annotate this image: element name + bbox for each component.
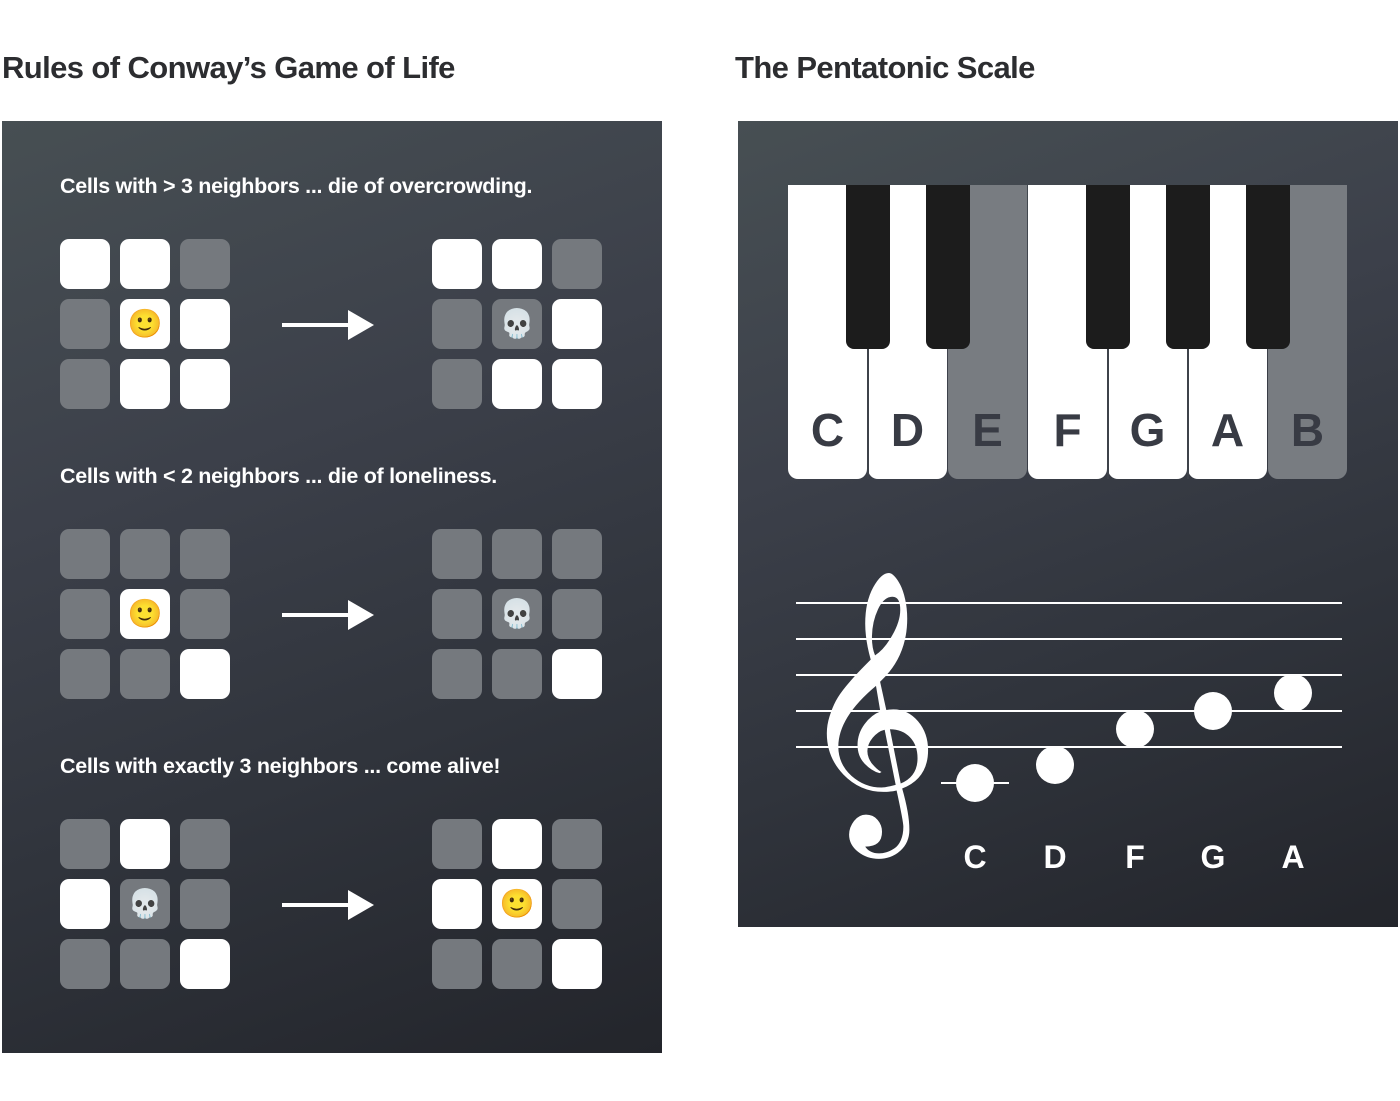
alive-cell bbox=[492, 819, 542, 869]
dead-cell bbox=[432, 819, 482, 869]
dead-cell bbox=[492, 529, 542, 579]
dead-cell bbox=[432, 359, 482, 409]
alive-cell bbox=[120, 359, 170, 409]
game-of-life-panel: Cells with > 3 neighbors ... die of over… bbox=[2, 121, 662, 1053]
rule-caption: Cells with < 2 neighbors ... die of lone… bbox=[60, 464, 497, 488]
alive-cell bbox=[432, 239, 482, 289]
smiling-face-icon: 🙂 bbox=[499, 888, 535, 919]
note-head-f bbox=[1116, 710, 1154, 748]
alive-cell bbox=[552, 359, 602, 409]
center-cell: 💀 bbox=[492, 299, 542, 349]
dead-cell bbox=[180, 239, 230, 289]
alive-cell bbox=[120, 819, 170, 869]
alive-cell bbox=[492, 239, 542, 289]
dead-cell bbox=[180, 589, 230, 639]
arrow-head bbox=[348, 310, 374, 340]
alive-cell bbox=[120, 239, 170, 289]
alive-cell bbox=[552, 649, 602, 699]
dead-cell bbox=[552, 819, 602, 869]
after-grid: 💀 bbox=[432, 239, 602, 409]
arrow-right-icon bbox=[282, 310, 374, 340]
skull-icon: 💀 bbox=[499, 308, 535, 339]
arrow-shaft bbox=[282, 903, 350, 907]
before-grid: 🙂 bbox=[60, 529, 230, 699]
dead-cell bbox=[432, 299, 482, 349]
dead-cell bbox=[552, 529, 602, 579]
dead-cell bbox=[552, 879, 602, 929]
note-head-c bbox=[956, 764, 994, 802]
alive-cell bbox=[60, 239, 110, 289]
dead-cell bbox=[60, 649, 110, 699]
note-head-g bbox=[1194, 692, 1232, 730]
center-cell: 💀 bbox=[120, 879, 170, 929]
dead-cell bbox=[492, 649, 542, 699]
dead-cell bbox=[60, 939, 110, 989]
alive-cell bbox=[552, 299, 602, 349]
note-label: C bbox=[963, 839, 986, 875]
dead-cell bbox=[432, 939, 482, 989]
skull-icon: 💀 bbox=[127, 888, 163, 919]
alive-cell bbox=[180, 939, 230, 989]
dead-cell bbox=[432, 589, 482, 639]
arrow-right-icon bbox=[282, 890, 374, 920]
dead-cell bbox=[120, 939, 170, 989]
after-grid: 💀 bbox=[432, 529, 602, 699]
arrow-right-icon bbox=[282, 600, 374, 630]
alive-cell bbox=[180, 649, 230, 699]
pentatonic-scale-panel: CDEFGAB 𝄞 C D F G A bbox=[738, 121, 1398, 927]
center-cell: 💀 bbox=[492, 589, 542, 639]
after-grid: 🙂 bbox=[432, 819, 602, 989]
game-of-life-title: Rules of Conway’s Game of Life bbox=[2, 50, 455, 85]
smiling-face-icon: 🙂 bbox=[127, 308, 163, 339]
pentatonic-scale-title: The Pentatonic Scale bbox=[735, 50, 1035, 85]
alive-cell bbox=[552, 939, 602, 989]
note-label: F bbox=[1125, 839, 1145, 875]
arrow-head bbox=[348, 890, 374, 920]
dead-cell bbox=[60, 359, 110, 409]
arrow-head bbox=[348, 600, 374, 630]
dead-cell bbox=[432, 529, 482, 579]
center-cell: 🙂 bbox=[120, 589, 170, 639]
dead-cell bbox=[432, 649, 482, 699]
alive-cell bbox=[432, 879, 482, 929]
note-label: D bbox=[1043, 839, 1066, 875]
center-cell: 🙂 bbox=[120, 299, 170, 349]
note-label: G bbox=[1201, 839, 1226, 875]
rule-caption: Cells with exactly 3 neighbors ... come … bbox=[60, 754, 501, 778]
dead-cell bbox=[492, 939, 542, 989]
center-cell: 🙂 bbox=[492, 879, 542, 929]
note-head-a bbox=[1274, 674, 1312, 712]
music-staff: 𝄞 C D F G A bbox=[796, 566, 1342, 875]
smiling-face-icon: 🙂 bbox=[127, 598, 163, 629]
dead-cell bbox=[60, 299, 110, 349]
alive-cell bbox=[180, 359, 230, 409]
treble-clef-icon: 𝄞 bbox=[798, 566, 940, 859]
dead-cell bbox=[60, 529, 110, 579]
before-grid: 🙂 bbox=[60, 239, 230, 409]
dead-cell bbox=[180, 819, 230, 869]
dead-cell bbox=[180, 529, 230, 579]
dead-cell bbox=[552, 239, 602, 289]
dead-cell bbox=[60, 819, 110, 869]
alive-cell bbox=[492, 359, 542, 409]
before-grid: 💀 bbox=[60, 819, 230, 989]
note-label: A bbox=[1281, 839, 1304, 875]
dead-cell bbox=[60, 589, 110, 639]
dead-cell bbox=[120, 649, 170, 699]
skull-icon: 💀 bbox=[499, 598, 535, 629]
dead-cell bbox=[120, 529, 170, 579]
arrow-shaft bbox=[282, 323, 350, 327]
note-head-d bbox=[1036, 746, 1074, 784]
arrow-shaft bbox=[282, 613, 350, 617]
rule-caption: Cells with > 3 neighbors ... die of over… bbox=[60, 174, 533, 198]
dead-cell bbox=[552, 589, 602, 639]
alive-cell bbox=[60, 879, 110, 929]
dead-cell bbox=[180, 879, 230, 929]
alive-cell bbox=[180, 299, 230, 349]
